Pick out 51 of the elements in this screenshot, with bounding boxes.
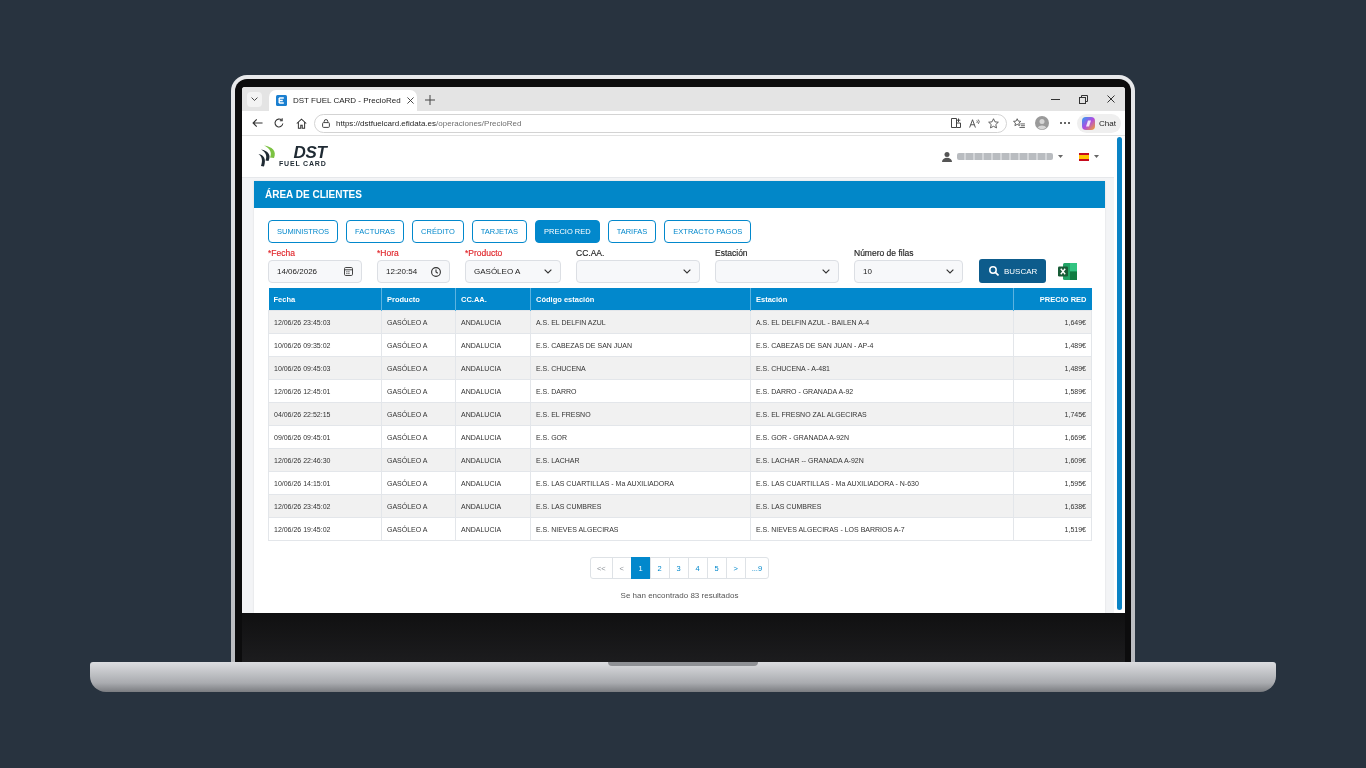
field-label: *Hora: [377, 248, 400, 258]
card-title: ÁREA DE CLIENTES: [254, 181, 1105, 208]
lock-icon: [322, 118, 330, 128]
calendar-icon: [344, 267, 353, 276]
split-screen-icon[interactable]: [951, 118, 962, 128]
chevron-down-icon: [251, 97, 258, 102]
chevron-down-icon: [822, 269, 830, 274]
restore-icon: [1078, 94, 1088, 104]
new-tab-icon[interactable]: [425, 95, 435, 105]
close-icon: [1107, 95, 1115, 103]
scrollbar[interactable]: [1117, 137, 1122, 610]
swoosh-icon: [258, 145, 278, 167]
dropdown-field[interactable]: GASÓLEO A: [465, 260, 561, 283]
read-aloud-icon[interactable]: [969, 118, 981, 128]
dropdown-field[interactable]: 10: [854, 260, 963, 283]
user-icon[interactable]: [942, 151, 952, 162]
copilot-icon: [1082, 116, 1096, 130]
field-label: *Producto: [465, 248, 504, 258]
caret-icon[interactable]: [1058, 155, 1063, 158]
spain-flag-icon[interactable]: [1079, 152, 1089, 161]
home-icon: [295, 117, 307, 129]
favicon-icon: [276, 95, 287, 106]
favorites-icon[interactable]: [1012, 118, 1025, 128]
dropdown-field[interactable]: [715, 260, 839, 283]
tab-actions-button[interactable]: [247, 92, 262, 107]
field-label: CC.AA.: [576, 248, 606, 258]
results-count: Se han encontrado 83 resultados: [620, 591, 739, 600]
profile-avatar-icon[interactable]: [1034, 116, 1049, 130]
chevron-down-icon: [683, 269, 691, 274]
browser-tab[interactable]: DST FUEL CARD - PrecioRed: [269, 90, 417, 111]
search-button[interactable]: BUSCAR: [979, 259, 1047, 283]
field-label: *Fecha: [268, 248, 296, 258]
chevron-down-icon: [946, 269, 954, 274]
field-label: Número de filas: [854, 248, 915, 258]
url-text: https://dstfuelcard.efidata.es/operaciones/PrecioRed: [336, 118, 523, 128]
date-field[interactable]: 14/06/2026: [268, 260, 362, 283]
dropdown-field[interactable]: [576, 260, 700, 283]
refresh-icon: [274, 118, 284, 128]
spreadsheet-icon[interactable]: [1058, 263, 1078, 280]
search-icon: [989, 266, 999, 276]
star-icon[interactable]: [988, 117, 1000, 129]
field-label: Estación: [715, 248, 749, 258]
logo-name: DST: [293, 145, 327, 160]
caret-icon[interactable]: [1094, 155, 1099, 158]
minimize-icon: [1050, 98, 1060, 100]
time-field[interactable]: 12:20:54: [377, 260, 450, 283]
chevron-down-icon: [544, 269, 552, 274]
clock-icon: [431, 266, 441, 277]
back-arrow-icon: [251, 118, 263, 128]
close-tab-icon[interactable]: [406, 97, 414, 104]
chat-button[interactable]: Chat: [1077, 113, 1121, 133]
